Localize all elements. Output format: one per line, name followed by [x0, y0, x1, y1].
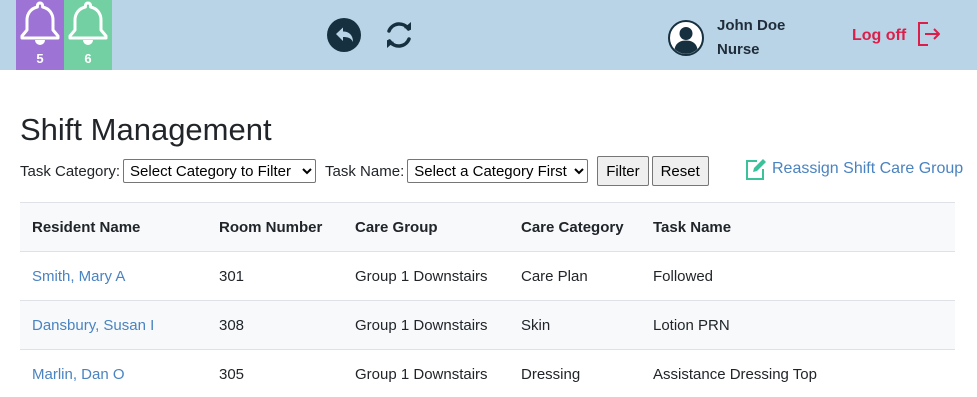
- care-category-cell: Skin: [509, 300, 641, 350]
- care-category-cell: Dressing: [509, 349, 641, 397]
- notification-count: 6: [84, 51, 92, 66]
- bell-icon: [20, 1, 60, 45]
- reassign-shift-care-group-link[interactable]: Reassign Shift Care Group: [744, 157, 963, 181]
- avatar[interactable]: [668, 20, 704, 56]
- task-name-label: Task Name:: [325, 162, 405, 180]
- refresh-icon: [387, 22, 411, 48]
- resident-name-cell[interactable]: Smith, Mary A: [20, 251, 207, 301]
- notification-tile-purple[interactable]: 5: [16, 0, 64, 70]
- task-category-label: Task Category:: [20, 162, 121, 180]
- log-off-label: Log off: [852, 27, 907, 44]
- column-header-care-category[interactable]: Care Category: [509, 202, 641, 252]
- column-header-room-number[interactable]: Room Number: [207, 202, 343, 252]
- reassign-link-label: Reassign Shift Care Group: [772, 160, 964, 177]
- column-header-resident-name[interactable]: Resident Name: [20, 202, 207, 252]
- user-name: John Doe: [717, 17, 786, 34]
- notification-tile-green[interactable]: 6: [64, 0, 112, 70]
- task-name-cell: Followed: [641, 251, 955, 301]
- refresh-button[interactable]: [381, 17, 417, 53]
- room-number-cell: 308: [207, 300, 343, 350]
- care-category-cell: Care Plan: [509, 251, 641, 301]
- edit-icon: [746, 159, 766, 180]
- task-name-select[interactable]: Select a Category First: [407, 159, 589, 183]
- care-group-cell: Group 1 Downstairs: [343, 251, 509, 301]
- filter-bar: Task Category: Select Category to Filter…: [20, 156, 712, 186]
- column-header-care-group[interactable]: Care Group: [343, 202, 509, 252]
- care-group-cell: Group 1 Downstairs: [343, 300, 509, 350]
- task-name-cell: Lotion PRN: [641, 300, 955, 350]
- back-arrow-icon: [327, 18, 361, 52]
- page-title: Shift Management: [20, 112, 272, 147]
- table-row: Dansbury, Susan I 308 Group 1 Downstairs…: [20, 300, 955, 350]
- room-number-cell: 301: [207, 251, 343, 301]
- table-row: Smith, Mary A 301 Group 1 Downstairs Car…: [20, 251, 955, 301]
- room-number-cell: 305: [207, 349, 343, 397]
- bell-icon: [68, 1, 108, 45]
- table-row: Marlin, Dan O 305 Group 1 Downstairs Dre…: [20, 349, 955, 397]
- user-icon: [668, 20, 704, 56]
- resident-name-cell[interactable]: Dansbury, Susan I: [20, 300, 207, 350]
- resident-link[interactable]: Marlin, Dan O: [32, 366, 125, 383]
- back-button[interactable]: [326, 17, 362, 53]
- top-bar: 5 6 John Doe Nurse Log off: [0, 0, 977, 70]
- shift-table: Resident Name Room Number Care Group Car…: [20, 202, 955, 397]
- log-off-button[interactable]: Log off: [852, 22, 942, 48]
- filter-button[interactable]: Filter: [597, 156, 649, 186]
- resident-link[interactable]: Dansbury, Susan I: [32, 317, 154, 334]
- table-header-row: Resident Name Room Number Care Group Car…: [20, 202, 955, 252]
- task-category-select[interactable]: Select Category to Filter: [123, 159, 317, 183]
- user-role: Nurse: [717, 41, 760, 58]
- resident-name-cell[interactable]: Marlin, Dan O: [20, 349, 207, 397]
- task-name-cell: Assistance Dressing Top: [641, 349, 955, 397]
- care-group-cell: Group 1 Downstairs: [343, 349, 509, 397]
- reset-button[interactable]: Reset: [651, 156, 709, 186]
- resident-link[interactable]: Smith, Mary A: [32, 268, 125, 285]
- column-header-task-name[interactable]: Task Name: [641, 202, 955, 252]
- notification-count: 5: [36, 51, 44, 66]
- log-out-icon: [918, 22, 941, 46]
